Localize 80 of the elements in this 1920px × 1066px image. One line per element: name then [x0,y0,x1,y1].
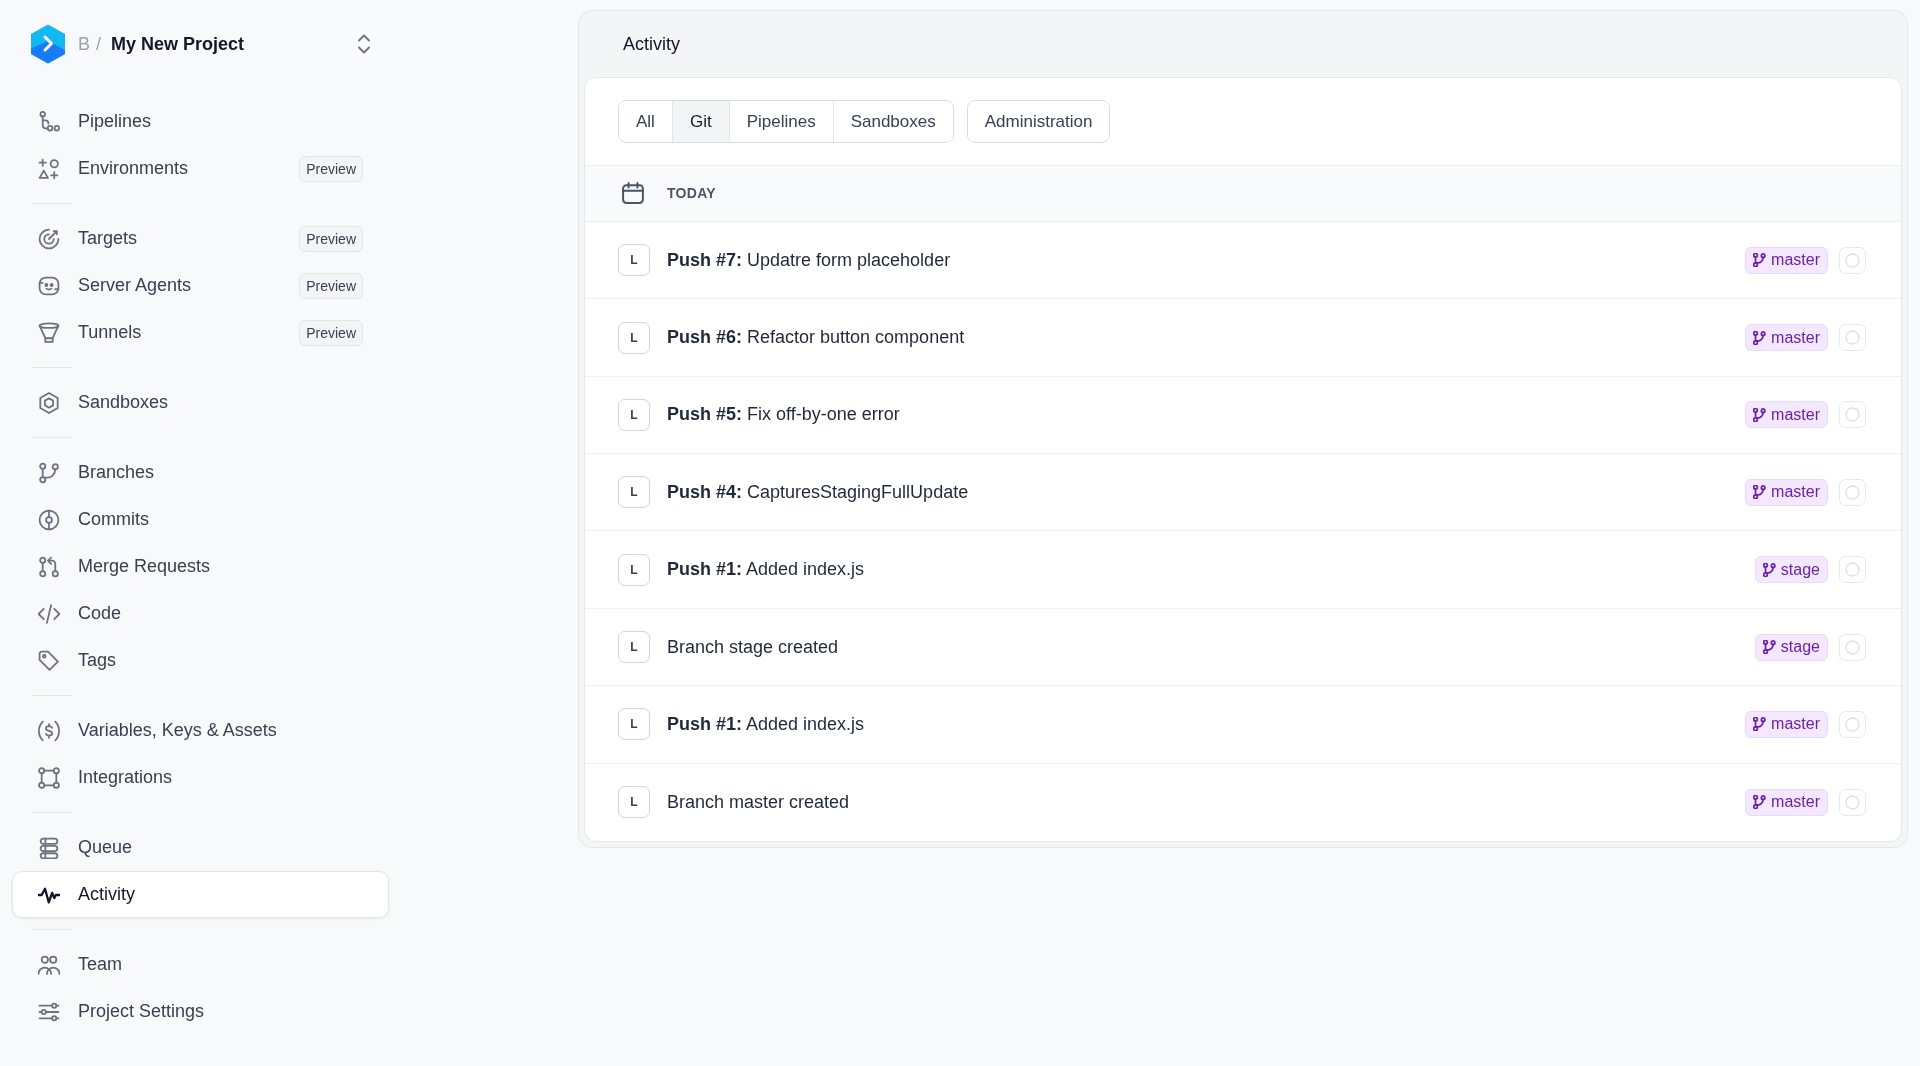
branch-name: master [1771,793,1820,812]
nav-item[interactable]: Branches [12,449,389,496]
funnel-icon [38,321,60,344]
preview-badge: Preview [299,272,363,299]
event-title[interactable]: Push #1: Added index.js [667,559,865,581]
project-name: My New Project [111,33,245,55]
event-title[interactable]: Push #1: Added index.js [667,713,865,735]
branch-name: master [1771,715,1820,734]
branch-name: master [1771,328,1820,347]
page-title: Activity [623,33,680,55]
branch-icon [1762,562,1776,577]
avatar: L [618,321,650,354]
tag-icon [38,649,60,672]
merge-request-icon [38,555,60,578]
branch-name: master [1771,405,1820,424]
nav-item[interactable]: Sandboxes [12,379,389,426]
event-title[interactable]: Push #7: Updatre form placeholder [667,249,951,271]
commit-icon [38,508,60,531]
branch-name: master [1771,483,1820,502]
nav-item[interactable]: Integrations [12,754,389,801]
preview-badge: Preview [299,319,363,346]
breadcrumb-separator: / [96,33,102,55]
preview-badge: Preview [299,225,363,252]
filter-tab[interactable]: Sandboxes [832,101,953,142]
branch-icon [38,461,60,484]
calendar-icon [622,182,644,205]
stack-icon [38,836,60,859]
event-title[interactable]: Push #4: CapturesStagingFullUpdate [667,481,969,503]
nav-item[interactable]: Variables, Keys & Assets [12,707,389,754]
sliders-icon [38,1000,60,1023]
nav-item[interactable]: Merge Requests [12,543,389,590]
nav-item[interactable]: Tunnels Preview [12,309,389,356]
nav-item[interactable]: Code [12,590,389,637]
workspace-name: B [78,33,90,55]
workflow-icon [38,110,60,133]
connected-nodes-icon [38,766,60,789]
code-icon [38,602,60,625]
branch-name: stage [1780,638,1820,657]
filter-tab[interactable]: Git [671,101,729,142]
avatar: L [618,398,650,431]
users-icon [38,953,60,976]
target-icon [38,227,60,250]
preview-badge: Preview [299,155,363,182]
branch-icon [1753,795,1767,810]
avatar: L [618,708,650,741]
robot-icon [38,274,60,297]
nav-item[interactable]: Commits [12,496,389,543]
avatar: L [618,244,650,277]
dollar-icon [38,719,60,742]
nav-item[interactable]: Team [12,941,389,988]
hexagon-icon [38,391,60,414]
branch-icon [1762,640,1776,655]
branch-icon [1753,717,1767,732]
nav-item[interactable]: Project Settings [12,988,389,1035]
nav-item[interactable]: Environments Preview [12,145,389,192]
shapes-icon [38,157,60,180]
nav-item[interactable]: Queue [12,824,389,871]
nav-item[interactable]: Pipelines [12,98,389,145]
avatar: L [618,553,650,586]
chevron-up-down-icon[interactable] [356,34,372,54]
nav-item[interactable]: Targets Preview [12,215,389,262]
branch-icon [1753,407,1767,422]
nav-item[interactable]: Tags [12,637,389,684]
filter-tab[interactable]: Administration [967,101,1110,142]
branch-name: stage [1780,560,1820,579]
avatar: L [618,631,650,664]
branch-icon [1753,330,1767,345]
event-title[interactable]: Branch stage created [667,636,839,658]
avatar: L [618,476,650,509]
avatar: L [618,786,650,819]
event-title[interactable]: Push #5: Fix off-by-one error [667,404,900,426]
branch-icon [1753,485,1767,500]
date-label: TODAY [667,185,716,202]
logo-icon [30,24,66,64]
branch-name: master [1771,251,1820,270]
branch-icon [1753,253,1767,268]
event-title[interactable]: Branch master created [667,791,850,813]
nav-item[interactable]: Activity [12,871,389,918]
event-title[interactable]: Push #6: Refactor button component [667,327,965,348]
nav-item[interactable]: Server Agents Preview [12,262,389,309]
